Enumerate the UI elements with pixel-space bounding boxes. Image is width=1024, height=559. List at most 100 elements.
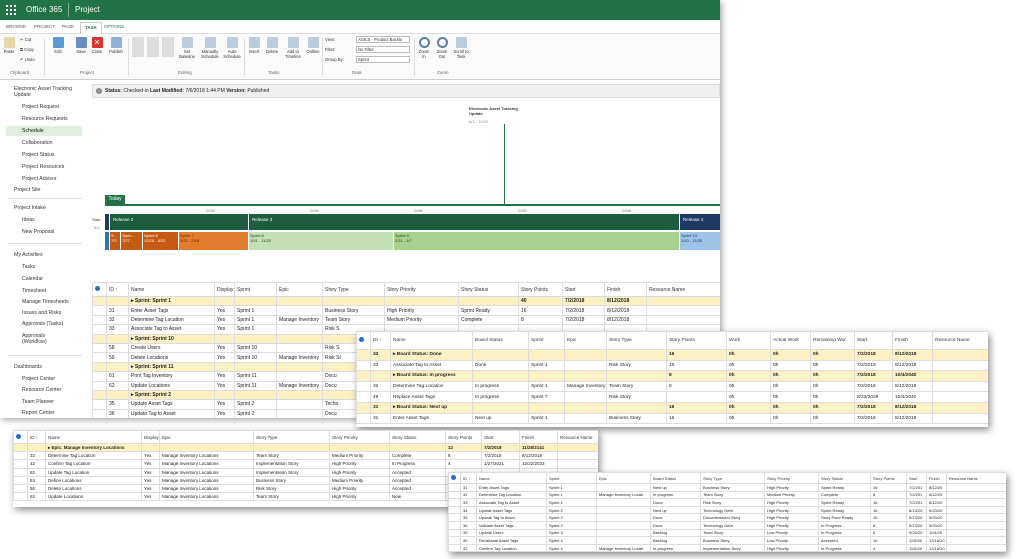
cell-stype[interactable]: Implementation Story [253,467,330,477]
nav-project-advisor[interactable]: Project Advisor [22,176,57,182]
group-summary-row[interactable]: ▸ Epic: Manage Inventory Locations 12 7/2/… [13,442,598,453]
cell-id[interactable]: 31 [370,412,391,425]
cell-disp[interactable]: Yes [214,305,235,316]
cell-start[interactable]: 7/2/2018 [854,359,893,372]
cell-pts[interactable]: 16 [870,505,907,515]
cell-finish[interactable]: 11/28/2141 [519,442,558,453]
cell-name[interactable]: Revalidate Asset Tags [476,536,547,545]
paste-button[interactable]: Paste [2,37,16,54]
cell-sprint[interactable]: Sprint 2 [234,399,277,410]
cell-aw[interactable]: 0h [770,401,811,414]
column-header[interactable]: Name [128,282,215,297]
column-header[interactable]: Resource Name [946,472,1006,484]
column-header[interactable]: Epic [276,282,323,297]
tab-task[interactable]: TASK [80,22,102,34]
cell-disp[interactable] [214,333,235,344]
table-row[interactable]: 32 Determine Tag Location Sprint 1 Manage I… [448,490,1006,500]
column-header[interactable]: Name [45,430,142,444]
cell-prio[interactable]: High Priority [329,459,390,469]
cell-status[interactable]: Complete [389,451,446,461]
cell-id[interactable]: 33 [460,498,477,507]
cell-start[interactable]: 7/2/2018 [854,412,893,425]
column-header[interactable]: Story Status [389,430,446,444]
cell-epic[interactable] [564,370,607,382]
cell-epic[interactable] [276,295,323,307]
table-row[interactable]: 31 Enter Asset Tags Yes Sprint 1 Business St… [92,305,720,316]
cell-finish[interactable]: 8/12/2018 [892,412,933,425]
column-header[interactable]: Story Status [818,472,871,484]
column-header[interactable]: ID ↑ [460,472,477,484]
cell-finish[interactable]: 8/12/2018 [892,380,933,393]
cell-finish[interactable]: 8/12/2018 [892,349,933,361]
cell-status[interactable] [389,442,446,453]
cell-sprint[interactable]: Sprint 1 [528,380,565,393]
nav-project-resources[interactable]: Project Resources [22,164,64,170]
cell-epic[interactable] [276,333,323,344]
cell-prio[interactable]: Medium Priority [764,490,819,500]
cell-id[interactable]: 58 [106,342,129,354]
nav-resource-center[interactable]: Resource Center [22,387,61,393]
undo-button[interactable]: ↶ Undo [20,57,35,62]
cell-bs[interactable]: Backlog [650,536,701,545]
nav-dashboards[interactable]: Dashboards [14,364,42,370]
cell-name[interactable]: Update Locations [45,492,142,502]
cell-name[interactable]: Associate Tag to Asset [390,359,473,372]
cell-epic[interactable] [596,528,651,538]
cell-sprint[interactable]: Sprint 2 [234,408,277,418]
cell-pts[interactable]: 4 [445,459,482,469]
cell-name[interactable]: ▸ Sprint: Sprint 1 [128,295,215,307]
release-bar[interactable]: Release 3 [249,214,679,230]
nav-project-name[interactable]: Electronic Asset Tracking Update [14,86,78,98]
column-header[interactable]: Work [726,331,771,350]
cell-stype[interactable]: Team Story [606,380,667,393]
cell-disp[interactable]: Yes [214,380,235,391]
release-bar[interactable] [105,214,109,230]
cell-start[interactable]: 7/2/2018 [854,349,893,361]
table-row[interactable]: 31 Enter Asset Tags Sprint 1 Next up Busines… [448,483,1006,492]
cell-sprint[interactable]: Sprint 10 [234,342,277,354]
cell-stype[interactable]: Risk Story [253,483,330,494]
view-select[interactable]: AGILE - Product Backlo [356,36,410,43]
filter-select[interactable]: No Filter [356,46,410,53]
column-header[interactable]: Resource Name [932,331,988,350]
tab-page[interactable]: PAGE [62,24,74,29]
cell-prio[interactable] [384,295,459,307]
cell-stype[interactable]: Implementation Story [253,459,330,469]
cell-start[interactable]: 7/2/2018 [562,295,605,307]
column-header[interactable]: Resource Name [557,430,598,444]
cell-name[interactable]: ▸ Epic: Manage Inventory Locations [45,442,142,453]
cell-status[interactable]: Accepted [818,536,871,545]
cell-id[interactable]: 34 [460,505,477,515]
cell-id[interactable] [370,370,391,382]
cell-epic[interactable] [596,505,651,515]
cell-disp[interactable]: Yes [214,408,235,418]
cell-id[interactable]: 49 [370,391,391,403]
cell-prio[interactable]: Medium Priority [329,451,390,461]
column-header[interactable]: Finish [892,331,933,350]
cell-id[interactable]: 53 [27,475,46,485]
cell-stype[interactable]: Risk Story [606,391,667,403]
cell-resource[interactable] [557,451,598,461]
timeline[interactable]: Electronic Asset Tracking Update 6/1 - 1… [92,100,720,260]
cell-finish[interactable]: 8/12/20 [926,483,947,492]
cell-pts[interactable]: 8 [666,380,727,393]
cell-bs[interactable]: Next up [472,412,529,425]
cell-id[interactable]: 35 [460,513,477,522]
nav-project-intake[interactable]: Project Intake [14,205,46,211]
table-row[interactable]: 36 Validate Asset Tags Sprint 2 Done Technol… [448,520,1006,530]
cell-prio[interactable]: High Priority [764,498,819,507]
cell-finish[interactable]: 8/12/2018 [604,314,647,326]
app-title[interactable]: Project [75,5,100,14]
copy-button[interactable]: ⧉ Copy [20,47,34,52]
cell-name[interactable]: Determine Tag Location [45,451,142,461]
table-row[interactable]: 34 Update Asset Tags Sprint 2 Next up Techno… [448,505,1006,515]
sprint-bar[interactable]: Sprint 6 12/26 - 8/22 [143,232,178,250]
column-header[interactable]: Story Type [253,430,330,444]
column-header[interactable]: Story Points [870,472,907,484]
nav-new-proposal[interactable]: New Proposal [22,229,54,235]
cell-rw[interactable]: 0h [810,349,855,361]
sprint-bar[interactable]: Sprint 7 1/21 - 2/18 [179,232,248,250]
table-row[interactable]: 42 Confirm Tag Location Sprint 4 Manage Inv… [448,543,1006,552]
cell-sprint[interactable]: Sprint 2 [546,505,597,515]
table-row[interactable]: 42 Confirm Tag Location Yes Manage Inventor… [13,459,598,469]
